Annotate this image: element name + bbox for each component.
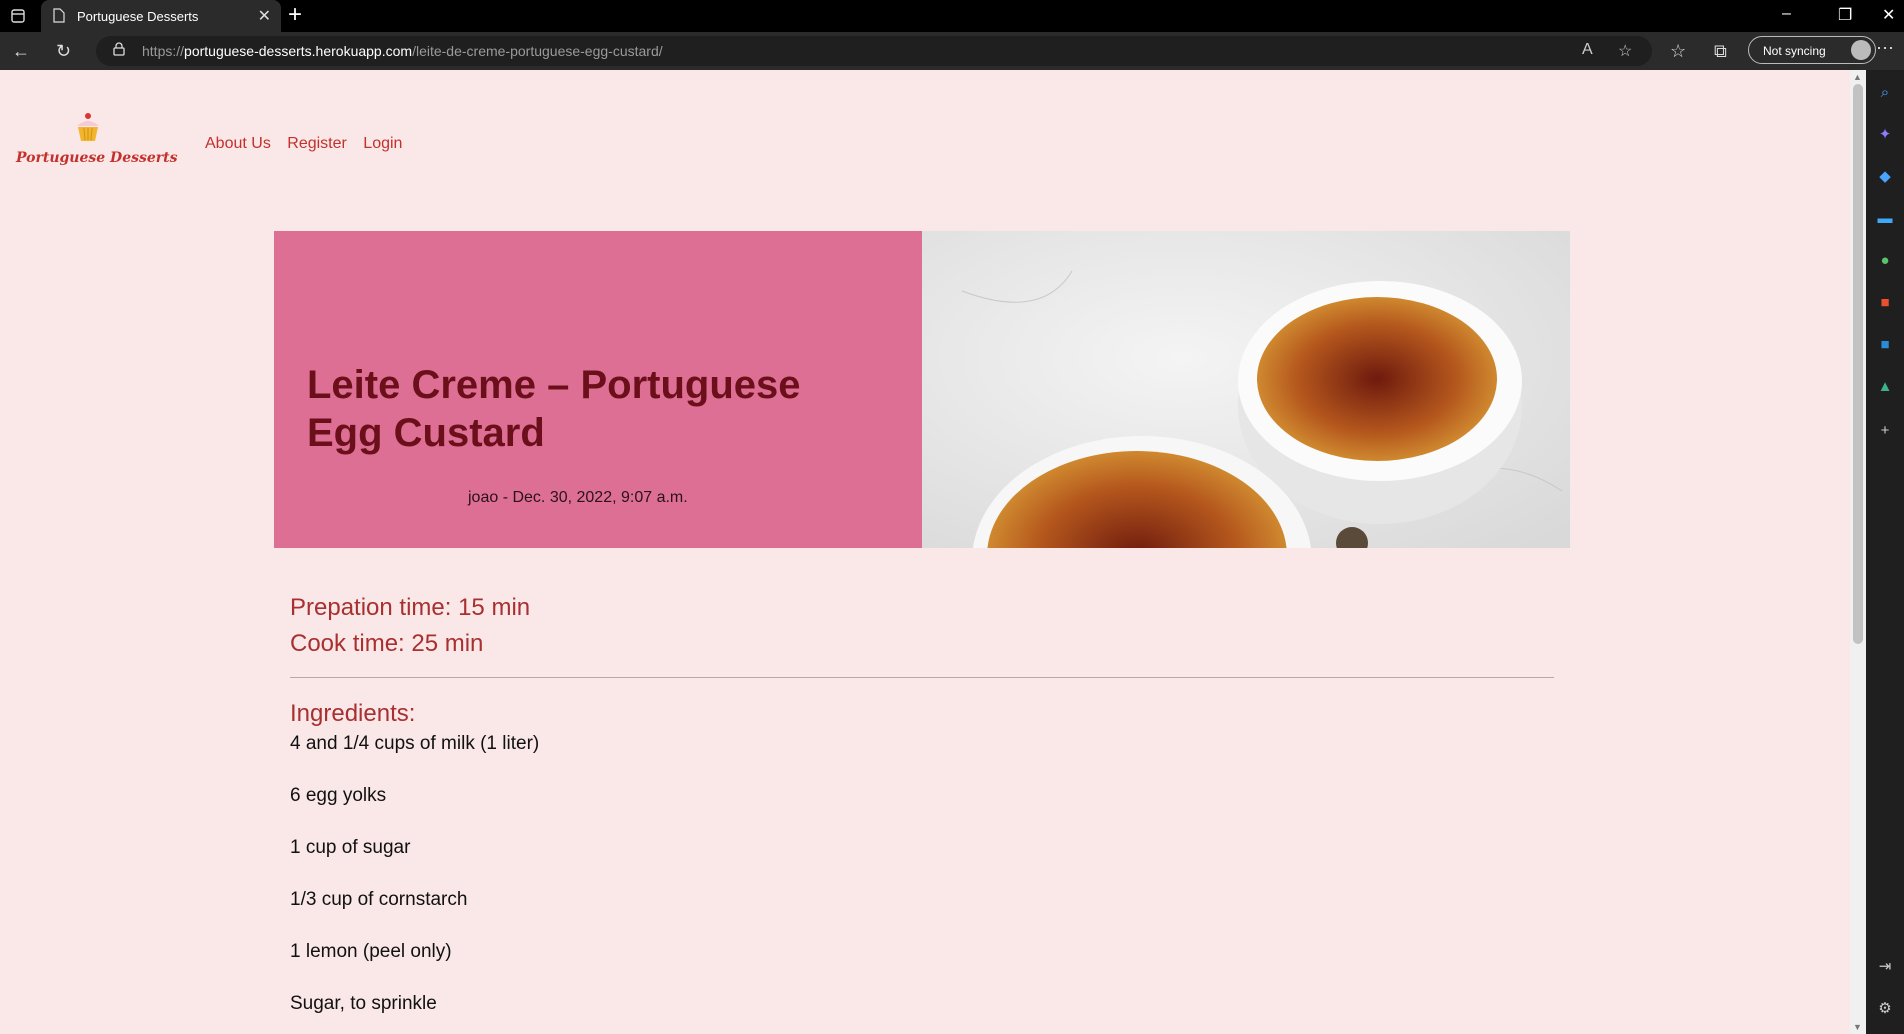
outlook-icon[interactable]: ■ — [1876, 336, 1894, 354]
recipe-hero: Leite Creme – Portuguese Egg Custard joa… — [274, 231, 1570, 548]
main-nav: About Us Register Login — [205, 135, 414, 153]
hide-sidebar-icon[interactable]: ⇥ — [1876, 958, 1894, 976]
search-icon[interactable]: ⌕ — [1876, 84, 1894, 102]
nav-register[interactable]: Register — [287, 135, 347, 152]
browser-tab[interactable]: Portuguese Desserts ✕ — [41, 0, 281, 32]
logo-text: Portuguese Desserts — [16, 150, 178, 166]
recipe-meta: joao - Dec. 30, 2022, 9:07 a.m. — [468, 489, 688, 506]
recipe-image — [922, 231, 1570, 548]
tab-title: Portuguese Desserts — [77, 9, 199, 24]
hero-text-panel: Leite Creme – Portuguese Egg Custard joa… — [274, 231, 922, 548]
shopping-tag-icon[interactable]: ◆ — [1876, 168, 1894, 186]
copilot-icon[interactable]: ✦ — [1876, 126, 1894, 144]
ingredient-item: Sugar, to sprinkle — [290, 993, 437, 1014]
drop-icon[interactable]: ▲ — [1876, 378, 1894, 396]
cupcake-icon — [71, 110, 105, 149]
browser-toolbar: ← ↻ https://portuguese-desserts.herokuap… — [0, 32, 1904, 70]
back-icon[interactable]: ← — [12, 41, 30, 61]
recipe-content: Prepation time: 15 min Cook time: 25 min… — [290, 590, 1554, 1034]
games-icon[interactable]: ● — [1876, 252, 1894, 270]
tab-actions-icon[interactable] — [10, 8, 26, 29]
page-viewport: Portuguese Desserts About Us Register Lo… — [0, 70, 1850, 1034]
avatar — [1851, 40, 1871, 60]
close-window-icon[interactable]: ✕ — [1882, 5, 1895, 25]
lock-icon — [113, 42, 125, 59]
address-bar[interactable]: https://portuguese-desserts.herokuapp.co… — [96, 36, 1652, 66]
office-icon[interactable]: ■ — [1876, 294, 1894, 312]
new-tab-icon[interactable]: + — [288, 3, 302, 27]
ingredients-heading: Ingredients: — [290, 700, 416, 727]
ingredient-item: 1 lemon (peel only) — [290, 941, 452, 962]
url-text: https://portuguese-desserts.herokuapp.co… — [142, 43, 663, 59]
restore-icon[interactable]: ❐ — [1838, 5, 1852, 25]
add-favorite-icon[interactable]: ☆ — [1618, 41, 1632, 61]
nav-about-us[interactable]: About Us — [205, 135, 271, 152]
sync-label: Not syncing — [1763, 44, 1826, 58]
refresh-icon[interactable]: ↻ — [56, 41, 71, 61]
collections-icon[interactable]: ⧉ — [1714, 41, 1727, 61]
sidebar-settings-icon[interactable]: ⚙ — [1876, 1000, 1894, 1018]
page-scrollbar[interactable]: ▲ ▼ — [1850, 70, 1866, 1034]
close-tab-icon[interactable]: ✕ — [258, 6, 271, 26]
add-sidebar-icon[interactable]: + — [1876, 422, 1894, 440]
scroll-thumb[interactable] — [1853, 84, 1863, 644]
ingredient-item: 1/3 cup of cornstarch — [290, 889, 468, 910]
nav-login[interactable]: Login — [363, 135, 402, 152]
read-aloud-icon[interactable]: A — [1582, 41, 1593, 59]
minimize-icon[interactable]: – — [1782, 5, 1791, 23]
ingredient-item: 6 egg yolks — [290, 785, 387, 806]
scroll-down-icon[interactable]: ▼ — [1853, 1022, 1862, 1032]
ingredient-item: 4 and 1/4 cups of milk (1 liter) — [290, 733, 540, 754]
ingredient-item: 1 cup of sugar — [290, 837, 411, 858]
cook-time: Cook time: 25 min — [290, 630, 484, 657]
more-options-icon[interactable]: ⋯ — [1876, 38, 1894, 59]
divider — [290, 677, 1554, 678]
browser-sidebar: ⌕ ✦ ◆ ▬ ● ■ ■ ▲ + ⇥ ⚙ — [1866, 70, 1904, 1034]
favorites-icon[interactable]: ☆ — [1670, 41, 1686, 61]
recipe-title: Leite Creme – Portuguese Egg Custard — [307, 363, 801, 455]
scroll-up-icon[interactable]: ▲ — [1853, 72, 1862, 82]
prep-time: Prepation time: 15 min — [290, 594, 531, 621]
tools-icon[interactable]: ▬ — [1876, 210, 1894, 228]
browser-tab-bar: Portuguese Desserts ✕ + – ❐ ✕ — [0, 0, 1904, 32]
profile-sync-button[interactable]: Not syncing — [1748, 36, 1876, 64]
page-icon — [53, 8, 65, 26]
